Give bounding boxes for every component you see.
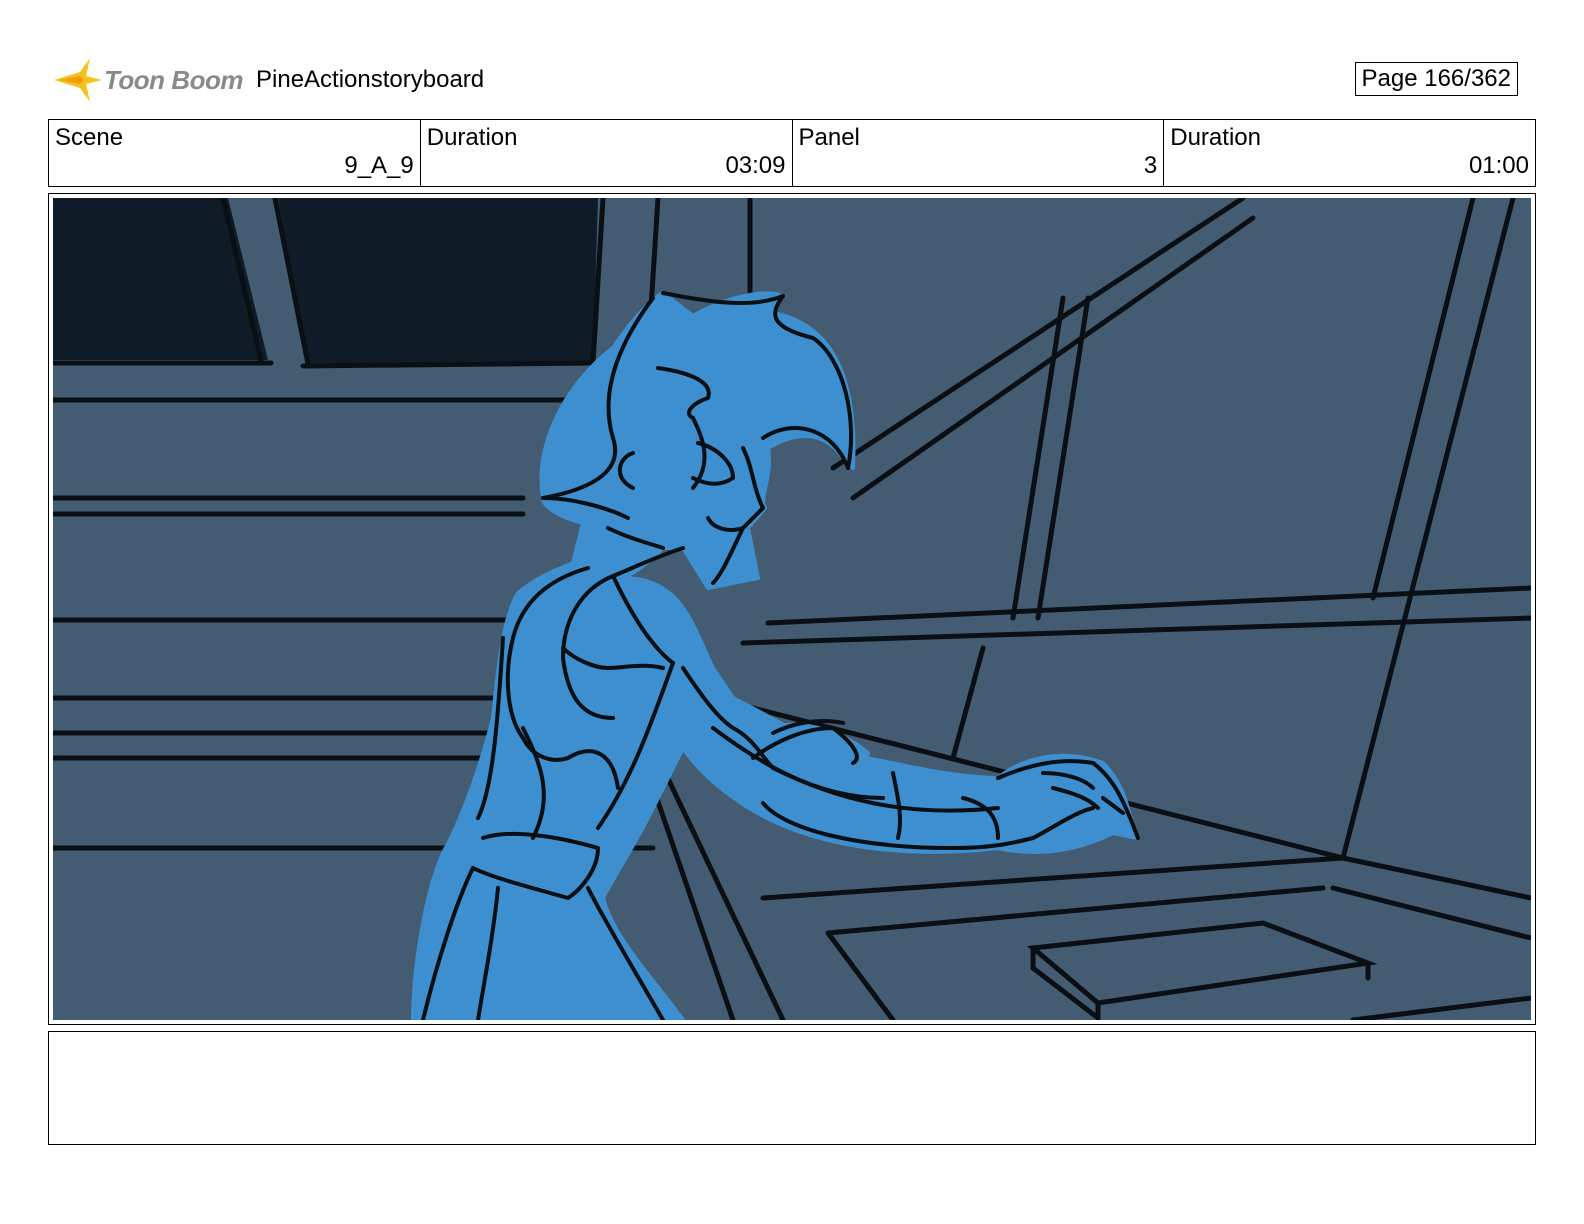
panel-duration-label: Duration: [1170, 124, 1261, 151]
panel-notes: [48, 1031, 1536, 1145]
star-icon: [54, 58, 102, 102]
toon-boom-logo: Toon Boom: [50, 52, 243, 108]
page-indicator: Page 166/362: [1354, 62, 1518, 96]
scene-label: Scene: [55, 124, 124, 151]
scene-duration-label: Duration: [426, 124, 518, 151]
storyboard-sketch-image: [53, 198, 1531, 1020]
panel-duration-value: 01:00: [1468, 152, 1529, 179]
panel-value: 3: [1143, 152, 1158, 179]
logo-wordmark: Toon Boom: [104, 65, 243, 95]
panel-info-table: Scene 9_A_9 Duration 03:09 Panel 3 Durat…: [48, 119, 1536, 187]
storyboard-panel: [48, 193, 1536, 1025]
scene-cell: Scene 9_A_9: [49, 120, 421, 186]
scene-duration-cell: Duration 03:09: [421, 120, 793, 186]
panel-cell: Panel 3: [793, 120, 1165, 186]
scene-value: 9_A_9: [344, 152, 414, 179]
project-title: PineActionstoryboard: [256, 66, 485, 93]
panel-duration-cell: Duration 01:00: [1164, 120, 1535, 186]
scene-duration-value: 03:09: [725, 152, 786, 179]
panel-label: Panel: [798, 124, 860, 151]
